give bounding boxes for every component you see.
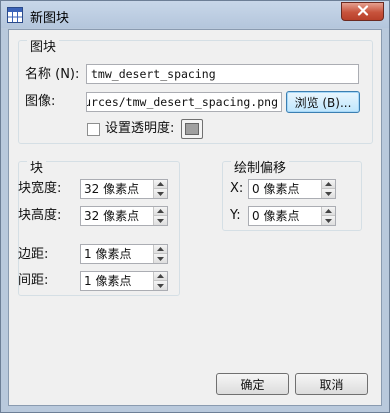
image-path-value: Resources/tmw_desert_spacing.png [86, 95, 278, 109]
spin-down-icon[interactable] [321, 216, 335, 225]
spacing-label: 间距: [18, 273, 49, 288]
transparency-color-swatch [185, 123, 199, 135]
new-tileset-dialog: 新图块 图块 名称 (N): tmw_desert_spacing 图像: Re… [0, 0, 390, 413]
drawing-offset-group-title: 绘制偏移 [231, 161, 290, 177]
tiles-group-title: 块 [27, 161, 47, 177]
offset-y-label: Y: [230, 208, 241, 223]
margin-value: 1 像素点 [84, 247, 132, 261]
tile-height-value: 32 像素点 [84, 209, 140, 223]
spin-up-icon[interactable] [321, 180, 335, 189]
cancel-button[interactable]: 取消 [295, 373, 368, 395]
ok-button[interactable]: 确定 [216, 373, 289, 395]
close-icon [357, 4, 369, 19]
transparency-checkbox[interactable] [87, 123, 100, 136]
margin-spinbox[interactable]: 1 像素点 [80, 244, 168, 264]
spin-down-icon[interactable] [153, 281, 167, 290]
spin-down-icon[interactable] [321, 189, 335, 198]
tile-width-label: 块宽度: [18, 181, 62, 196]
spin-down-icon[interactable] [153, 216, 167, 225]
spin-up-icon[interactable] [153, 180, 167, 189]
transparency-label: 设置透明度: [105, 121, 175, 136]
spacing-spinbox[interactable]: 1 像素点 [80, 271, 168, 291]
spin-up-icon[interactable] [153, 245, 167, 254]
spin-up-icon[interactable] [153, 207, 167, 216]
tile-width-spinbox[interactable]: 32 像素点 [80, 179, 168, 199]
offset-x-spinbox[interactable]: 0 像素点 [248, 179, 336, 199]
name-label: 名称 (N): [25, 67, 80, 82]
offset-x-label: X: [230, 181, 244, 196]
tileset-grid-icon [7, 7, 23, 23]
browse-button[interactable]: 浏览 (B)... [286, 91, 360, 113]
tileset-group-title: 图块 [27, 40, 60, 56]
close-button[interactable] [341, 2, 384, 21]
tile-height-label: 块高度: [18, 208, 62, 223]
image-label: 图像: [25, 94, 56, 109]
margin-label: 边距: [18, 247, 49, 262]
offset-y-spinbox[interactable]: 0 像素点 [248, 206, 336, 226]
window-title: 新图块 [30, 11, 70, 26]
dialog-body: 图块 名称 (N): tmw_desert_spacing 图像: Resour… [8, 29, 382, 406]
name-input[interactable]: tmw_desert_spacing [86, 64, 359, 84]
spin-up-icon[interactable] [321, 207, 335, 216]
offset-x-value: 0 像素点 [252, 182, 300, 196]
spin-down-icon[interactable] [153, 189, 167, 198]
tile-width-value: 32 像素点 [84, 182, 140, 196]
tile-height-spinbox[interactable]: 32 像素点 [80, 206, 168, 226]
offset-y-value: 0 像素点 [252, 209, 300, 223]
spacing-value: 1 像素点 [84, 274, 132, 288]
image-path-input[interactable]: Resources/tmw_desert_spacing.png [86, 92, 282, 112]
spin-down-icon[interactable] [153, 254, 167, 263]
spin-up-icon[interactable] [153, 272, 167, 281]
title-bar[interactable]: 新图块 [1, 1, 389, 28]
transparency-color-button[interactable] [181, 119, 203, 139]
